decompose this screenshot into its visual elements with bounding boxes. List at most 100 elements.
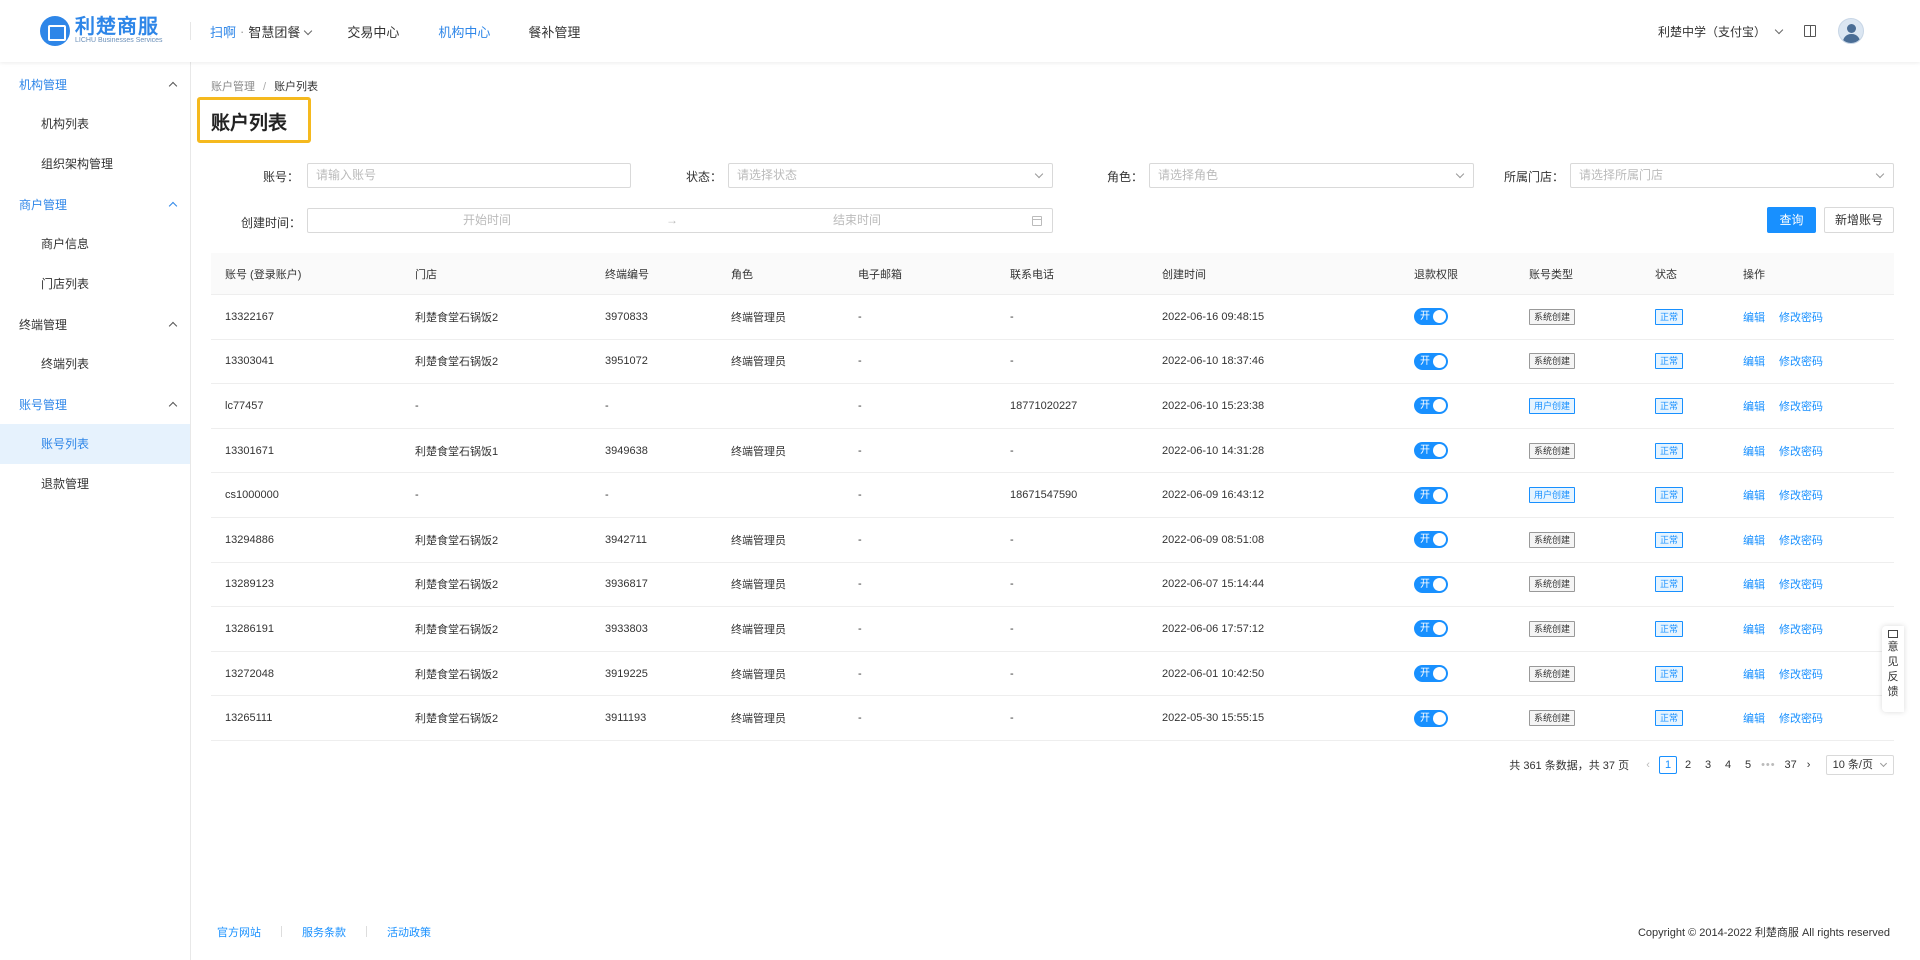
edit-link[interactable]: 编辑 — [1743, 624, 1765, 636]
footer-link-terms[interactable]: 服务条款 — [302, 924, 346, 940]
edit-link[interactable]: 编辑 — [1743, 669, 1765, 681]
change-password-link[interactable]: 修改密码 — [1779, 579, 1823, 591]
col-role: 角色 — [731, 268, 753, 281]
sidebar-item-terminal-list[interactable]: 终端列表 — [0, 344, 190, 384]
store-select[interactable]: 请选择所属门店 — [1570, 163, 1894, 188]
edit-link[interactable]: 编辑 — [1743, 713, 1765, 725]
edit-link[interactable]: 编辑 — [1743, 579, 1765, 591]
refund-toggle[interactable]: 开 — [1414, 531, 1448, 549]
header-right: 利楚中学（支付宝） — [1658, 0, 1864, 62]
cell-account: 13286191 — [225, 622, 274, 635]
edit-link[interactable]: 编辑 — [1743, 490, 1765, 502]
date-range-picker[interactable]: 开始时间 → 结束时间 — [307, 208, 1053, 233]
refund-toggle[interactable]: 开 — [1414, 352, 1448, 370]
feedback-tab[interactable]: 意 见 反 馈 — [1882, 626, 1904, 712]
footer-links: 官方网站 服务条款 活动政策 — [217, 924, 431, 940]
nav-trade-center[interactable]: 交易中心 — [347, 22, 399, 41]
book-icon[interactable] — [1804, 25, 1816, 37]
account-field[interactable] — [307, 163, 631, 188]
nav-smart-meal[interactable]: 智慧团餐 — [248, 22, 313, 41]
pagination-summary: 共 361 条数据，共 37 页 — [1509, 760, 1630, 772]
table-row: cs1000000 - - - 18671547590 2022-06-09 16:43:… — [211, 473, 1894, 518]
footer-link-official-site[interactable]: 官方网站 — [217, 924, 261, 940]
cell-created: 2022-06-10 15:23:38 — [1162, 399, 1265, 412]
change-password-link[interactable]: 修改密码 — [1779, 669, 1823, 681]
nav-meal-subsidy[interactable]: 餐补管理 — [528, 22, 580, 41]
cell-created: 2022-06-09 08:51:08 — [1162, 533, 1265, 546]
page-3[interactable]: 3 — [1699, 756, 1717, 774]
cell-created: 2022-06-10 18:37:46 — [1162, 355, 1265, 368]
query-button[interactable]: 查询 — [1767, 207, 1816, 233]
cell-role: 终端管理员 — [731, 623, 786, 636]
chevron-left-icon[interactable]: ‹ — [1639, 759, 1657, 771]
refund-toggle[interactable]: 开 — [1414, 620, 1448, 638]
col-account-type: 账号类型 — [1529, 268, 1573, 281]
page-ellipsis[interactable]: ••• — [1761, 759, 1776, 771]
role-select[interactable]: 请选择角色 — [1149, 163, 1474, 188]
edit-link[interactable]: 编辑 — [1743, 401, 1765, 413]
sidebar-group-org[interactable]: 机构管理 — [0, 64, 190, 104]
start-date-placeholder[interactable]: 开始时间 — [463, 209, 511, 232]
edit-link[interactable]: 编辑 — [1743, 446, 1765, 458]
refund-toggle[interactable]: 开 — [1414, 486, 1448, 504]
refund-toggle[interactable]: 开 — [1414, 709, 1448, 727]
logo-icon — [40, 16, 70, 46]
refund-toggle[interactable]: 开 — [1414, 665, 1448, 683]
account-input[interactable] — [316, 168, 630, 182]
refund-toggle[interactable]: 开 — [1414, 308, 1448, 326]
cell-store: 利楚食堂石锅饭2 — [415, 356, 499, 369]
change-password-link[interactable]: 修改密码 — [1779, 713, 1823, 725]
nav-smart-meal-label: 智慧团餐 — [248, 24, 301, 40]
cell-phone: - — [1010, 667, 1014, 680]
page-5[interactable]: 5 — [1739, 756, 1757, 774]
table-row: 13272048 利楚食堂石锅饭2 3919225 终端管理员 - - 2022-06-01… — [211, 652, 1894, 697]
avatar-icon[interactable] — [1838, 18, 1864, 44]
edit-link[interactable]: 编辑 — [1743, 312, 1765, 324]
cell-email: - — [858, 399, 862, 412]
page-last[interactable]: 37 — [1782, 756, 1800, 774]
col-actions: 操作 — [1743, 268, 1765, 281]
page-title: 账户列表 — [211, 113, 288, 134]
edit-link[interactable]: 编辑 — [1743, 356, 1765, 368]
sidebar-group-merchant[interactable]: 商户管理 — [0, 184, 190, 224]
page-2[interactable]: 2 — [1679, 756, 1697, 774]
change-password-link[interactable]: 修改密码 — [1779, 535, 1823, 547]
add-account-button[interactable]: 新增账号 — [1824, 207, 1894, 233]
nav-scan[interactable]: 扫啊 — [210, 22, 236, 41]
refund-toggle[interactable]: 开 — [1414, 397, 1448, 415]
change-password-link[interactable]: 修改密码 — [1779, 312, 1823, 324]
breadcrumb-parent[interactable]: 账户管理 — [211, 81, 255, 93]
refund-toggle[interactable]: 开 — [1414, 575, 1448, 593]
sidebar-item-store-list[interactable]: 门店列表 — [0, 264, 190, 304]
col-account: 账号 (登录账户) — [225, 268, 302, 281]
account-type-tag: 系统创建 — [1529, 576, 1576, 593]
chevron-up-icon — [168, 81, 178, 91]
page-4[interactable]: 4 — [1719, 756, 1737, 774]
edit-link[interactable]: 编辑 — [1743, 535, 1765, 547]
sidebar-item-org-structure[interactable]: 组织架构管理 — [0, 144, 190, 184]
change-password-link[interactable]: 修改密码 — [1779, 446, 1823, 458]
end-date-placeholder[interactable]: 结束时间 — [833, 209, 881, 232]
cell-created: 2022-06-06 17:57:12 — [1162, 622, 1265, 635]
change-password-link[interactable]: 修改密码 — [1779, 624, 1823, 636]
logo[interactable]: 利楚商服 LICHU Businesses Services — [40, 16, 163, 46]
nav-org-center[interactable]: 机构中心 — [438, 22, 490, 41]
sidebar-item-org-list[interactable]: 机构列表 — [0, 104, 190, 144]
account-type-tag: 系统创建 — [1529, 620, 1576, 637]
page-size-select[interactable]: 10 条/页 — [1825, 755, 1894, 775]
sidebar-group-account[interactable]: 账号管理 — [0, 384, 190, 424]
page-1[interactable]: 1 — [1659, 756, 1678, 774]
sidebar-group-terminal[interactable]: 终端管理 — [0, 304, 190, 344]
change-password-link[interactable]: 修改密码 — [1779, 490, 1823, 502]
sidebar-item-account-list[interactable]: 账号列表 — [0, 424, 190, 464]
sidebar-item-merchant-info[interactable]: 商户信息 — [0, 224, 190, 264]
cell-phone: 18671547590 — [1010, 489, 1078, 502]
status-select[interactable]: 请选择状态 — [728, 163, 1053, 188]
change-password-link[interactable]: 修改密码 — [1779, 401, 1823, 413]
footer-link-policy[interactable]: 活动政策 — [387, 924, 431, 940]
change-password-link[interactable]: 修改密码 — [1779, 356, 1823, 368]
account-switcher[interactable]: 利楚中学（支付宝） — [1658, 23, 1784, 40]
refund-toggle[interactable]: 开 — [1414, 442, 1448, 460]
chevron-right-icon[interactable]: › — [1800, 759, 1818, 771]
sidebar-item-refund[interactable]: 退款管理 — [0, 464, 190, 504]
